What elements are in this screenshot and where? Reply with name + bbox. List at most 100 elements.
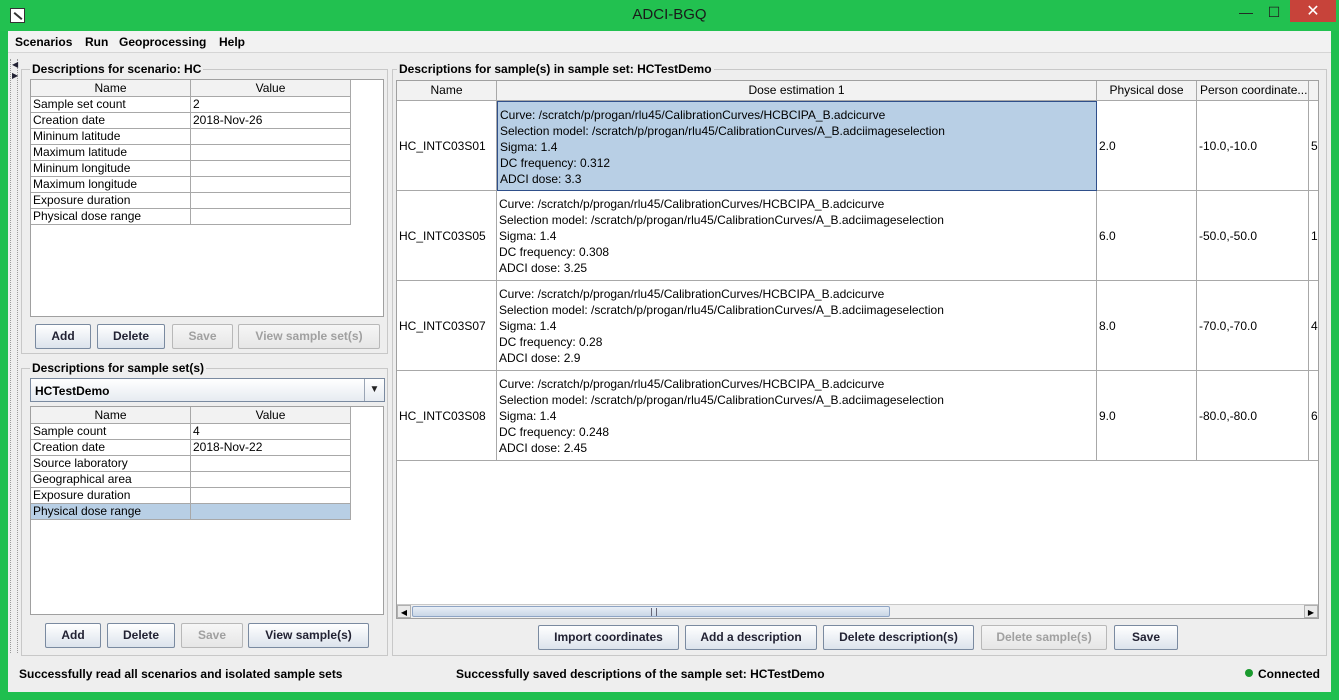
dose-line: DC frequency: 0.312 (500, 156, 611, 170)
scroll-right-icon[interactable]: ▶ (1304, 605, 1318, 618)
sampleset-table[interactable]: Name Value Sample count 4 Creation date 20… (30, 406, 384, 615)
table-row-selected[interactable]: Physical dose range (31, 504, 351, 520)
scenario-table[interactable]: Name Value Sample set count 2 Creation da… (30, 79, 384, 317)
dose-estimation-cell[interactable]: Curve: /scratch/p/progan/rlu45/Calibrati… (497, 101, 1097, 191)
split-right-arrow-icon[interactable]: ▶ (12, 71, 18, 80)
table-cell: Exposure duration (31, 488, 191, 504)
person-coordinate-cell[interactable]: -50.0,-50.0 (1197, 191, 1309, 281)
extra-cell: 1 (1309, 191, 1318, 281)
table-cell[interactable]: 2 (191, 97, 351, 113)
physical-dose-cell[interactable]: 8.0 (1097, 281, 1197, 371)
add-description-button[interactable]: Add a description (685, 625, 817, 650)
physical-dose-cell[interactable]: 9.0 (1097, 371, 1197, 461)
table-row[interactable]: Maximum latitude (31, 145, 351, 161)
table-cell[interactable]: 4 (191, 424, 351, 440)
table-row[interactable]: Creation date 2018-Nov-26 (31, 113, 351, 129)
table-cell: Creation date (31, 113, 191, 129)
table-row[interactable]: HC_INTC03S08 Curve: /scratch/p/progan/rl… (397, 371, 1318, 461)
dose-line: Selection model: /scratch/p/progan/rlu45… (499, 393, 944, 407)
table-row[interactable]: Creation date 2018-Nov-22 (31, 440, 351, 456)
import-coordinates-button[interactable]: Import coordinates (538, 625, 679, 650)
menu-scenarios[interactable]: Scenarios (15, 35, 72, 49)
samples-table[interactable]: Name Dose estimation 1 Physical dose Per… (396, 80, 1319, 619)
table-row[interactable]: Sample set count 2 (31, 97, 351, 113)
column-header-value[interactable]: Value (191, 80, 351, 97)
table-row[interactable]: Source laboratory (31, 456, 351, 472)
sampleset-delete-button[interactable]: Delete (107, 623, 175, 648)
column-header-physical-dose[interactable]: Physical dose (1097, 81, 1197, 101)
chevron-down-icon[interactable]: ▼ (364, 379, 384, 401)
dose-estimation-cell[interactable]: Curve: /scratch/p/progan/rlu45/Calibrati… (497, 371, 1097, 461)
dose-estimation-cell[interactable]: Curve: /scratch/p/progan/rlu45/Calibrati… (497, 191, 1097, 281)
table-row[interactable]: Mininum longitude (31, 161, 351, 177)
table-row[interactable]: HC_INTC03S07 Curve: /scratch/p/progan/rl… (397, 281, 1318, 371)
table-row[interactable]: HC_INTC03S05 Curve: /scratch/p/progan/rl… (397, 191, 1318, 281)
table-cell[interactable] (191, 472, 351, 488)
physical-dose-cell[interactable]: 6.0 (1097, 191, 1197, 281)
sampleset-panel-title: Descriptions for sample set(s) (30, 361, 207, 375)
table-cell[interactable] (191, 161, 351, 177)
column-header-extra[interactable] (1309, 81, 1318, 101)
sampleset-add-button[interactable]: Add (45, 623, 101, 648)
table-cell[interactable] (191, 193, 351, 209)
delete-samples-button[interactable]: Delete sample(s) (981, 625, 1107, 650)
table-cell[interactable] (191, 209, 351, 225)
table-cell[interactable] (191, 504, 351, 520)
column-header-name[interactable]: Name (31, 80, 191, 97)
table-cell[interactable] (191, 456, 351, 472)
view-sample-sets-button[interactable]: View sample set(s) (238, 324, 380, 349)
splitter-strip[interactable]: ◀ ▶ (10, 59, 18, 653)
close-button[interactable]: ✕ (1290, 0, 1336, 22)
column-header-name[interactable]: Name (31, 407, 191, 424)
table-row[interactable]: HC_INTC03S01 Curve: /scratch/p/progan/rl… (397, 101, 1318, 191)
table-row[interactable]: Exposure duration (31, 193, 351, 209)
view-samples-button[interactable]: View sample(s) (248, 623, 369, 648)
table-row[interactable]: Exposure duration (31, 488, 351, 504)
sampleset-dropdown[interactable]: HCTestDemo ▼ (30, 378, 385, 402)
table-row[interactable]: Maximum longitude (31, 177, 351, 193)
table-row[interactable]: Sample count 4 (31, 424, 351, 440)
column-header-person-coordinate[interactable]: Person coordinate... (1197, 81, 1309, 101)
person-coordinate-cell[interactable]: -10.0,-10.0 (1197, 101, 1309, 191)
column-header-value[interactable]: Value (191, 407, 351, 424)
table-cell[interactable] (191, 129, 351, 145)
table-row[interactable]: Mininum latitude (31, 129, 351, 145)
samples-save-button[interactable]: Save (1114, 625, 1178, 650)
sample-name-cell: HC_INTC03S01 (397, 101, 497, 191)
column-header-name[interactable]: Name (397, 81, 497, 101)
dose-estimation-cell[interactable]: Curve: /scratch/p/progan/rlu45/Calibrati… (497, 281, 1097, 371)
table-cell[interactable]: 2018-Nov-26 (191, 113, 351, 129)
table-cell[interactable]: 2018-Nov-22 (191, 440, 351, 456)
physical-dose-cell[interactable]: 2.0 (1097, 101, 1197, 191)
sampleset-save-button[interactable]: Save (181, 623, 243, 648)
dose-line: Selection model: /scratch/p/progan/rlu45… (499, 213, 944, 227)
minimize-button[interactable]: — (1232, 0, 1260, 24)
status-middle: Successfully saved descriptions of the s… (456, 667, 825, 681)
table-cell[interactable] (191, 488, 351, 504)
scrollbar-thumb[interactable] (412, 606, 890, 617)
menu-run[interactable]: Run (85, 35, 108, 49)
maximize-button[interactable]: ☐ (1260, 0, 1288, 24)
table-cell[interactable] (191, 177, 351, 193)
person-coordinate-cell[interactable]: -80.0,-80.0 (1197, 371, 1309, 461)
person-coordinate-cell[interactable]: -70.0,-70.0 (1197, 281, 1309, 371)
dose-line: Selection model: /scratch/p/progan/rlu45… (499, 303, 944, 317)
sampleset-table-header: Name Value (31, 407, 351, 424)
table-cell[interactable] (191, 145, 351, 161)
scroll-left-icon[interactable]: ◀ (397, 605, 411, 618)
scenario-add-button[interactable]: Add (35, 324, 91, 349)
table-cell: Maximum latitude (31, 145, 191, 161)
table-row[interactable]: Physical dose range (31, 209, 351, 225)
scenario-delete-button[interactable]: Delete (97, 324, 165, 349)
scenario-table-header: Name Value (31, 80, 351, 97)
menu-help[interactable]: Help (219, 35, 245, 49)
delete-descriptions-button[interactable]: Delete description(s) (823, 625, 974, 650)
horizontal-scrollbar[interactable]: ◀ ▶ (397, 604, 1318, 618)
dose-line: Sigma: 1.4 (500, 140, 558, 154)
table-row[interactable]: Geographical area (31, 472, 351, 488)
split-left-arrow-icon[interactable]: ◀ (12, 60, 18, 69)
menu-geoprocessing[interactable]: Geoprocessing (119, 35, 206, 49)
column-header-dose-estimation[interactable]: Dose estimation 1 (497, 81, 1097, 101)
scenario-save-button[interactable]: Save (172, 324, 233, 349)
dose-line: Curve: /scratch/p/progan/rlu45/Calibrati… (499, 377, 885, 391)
